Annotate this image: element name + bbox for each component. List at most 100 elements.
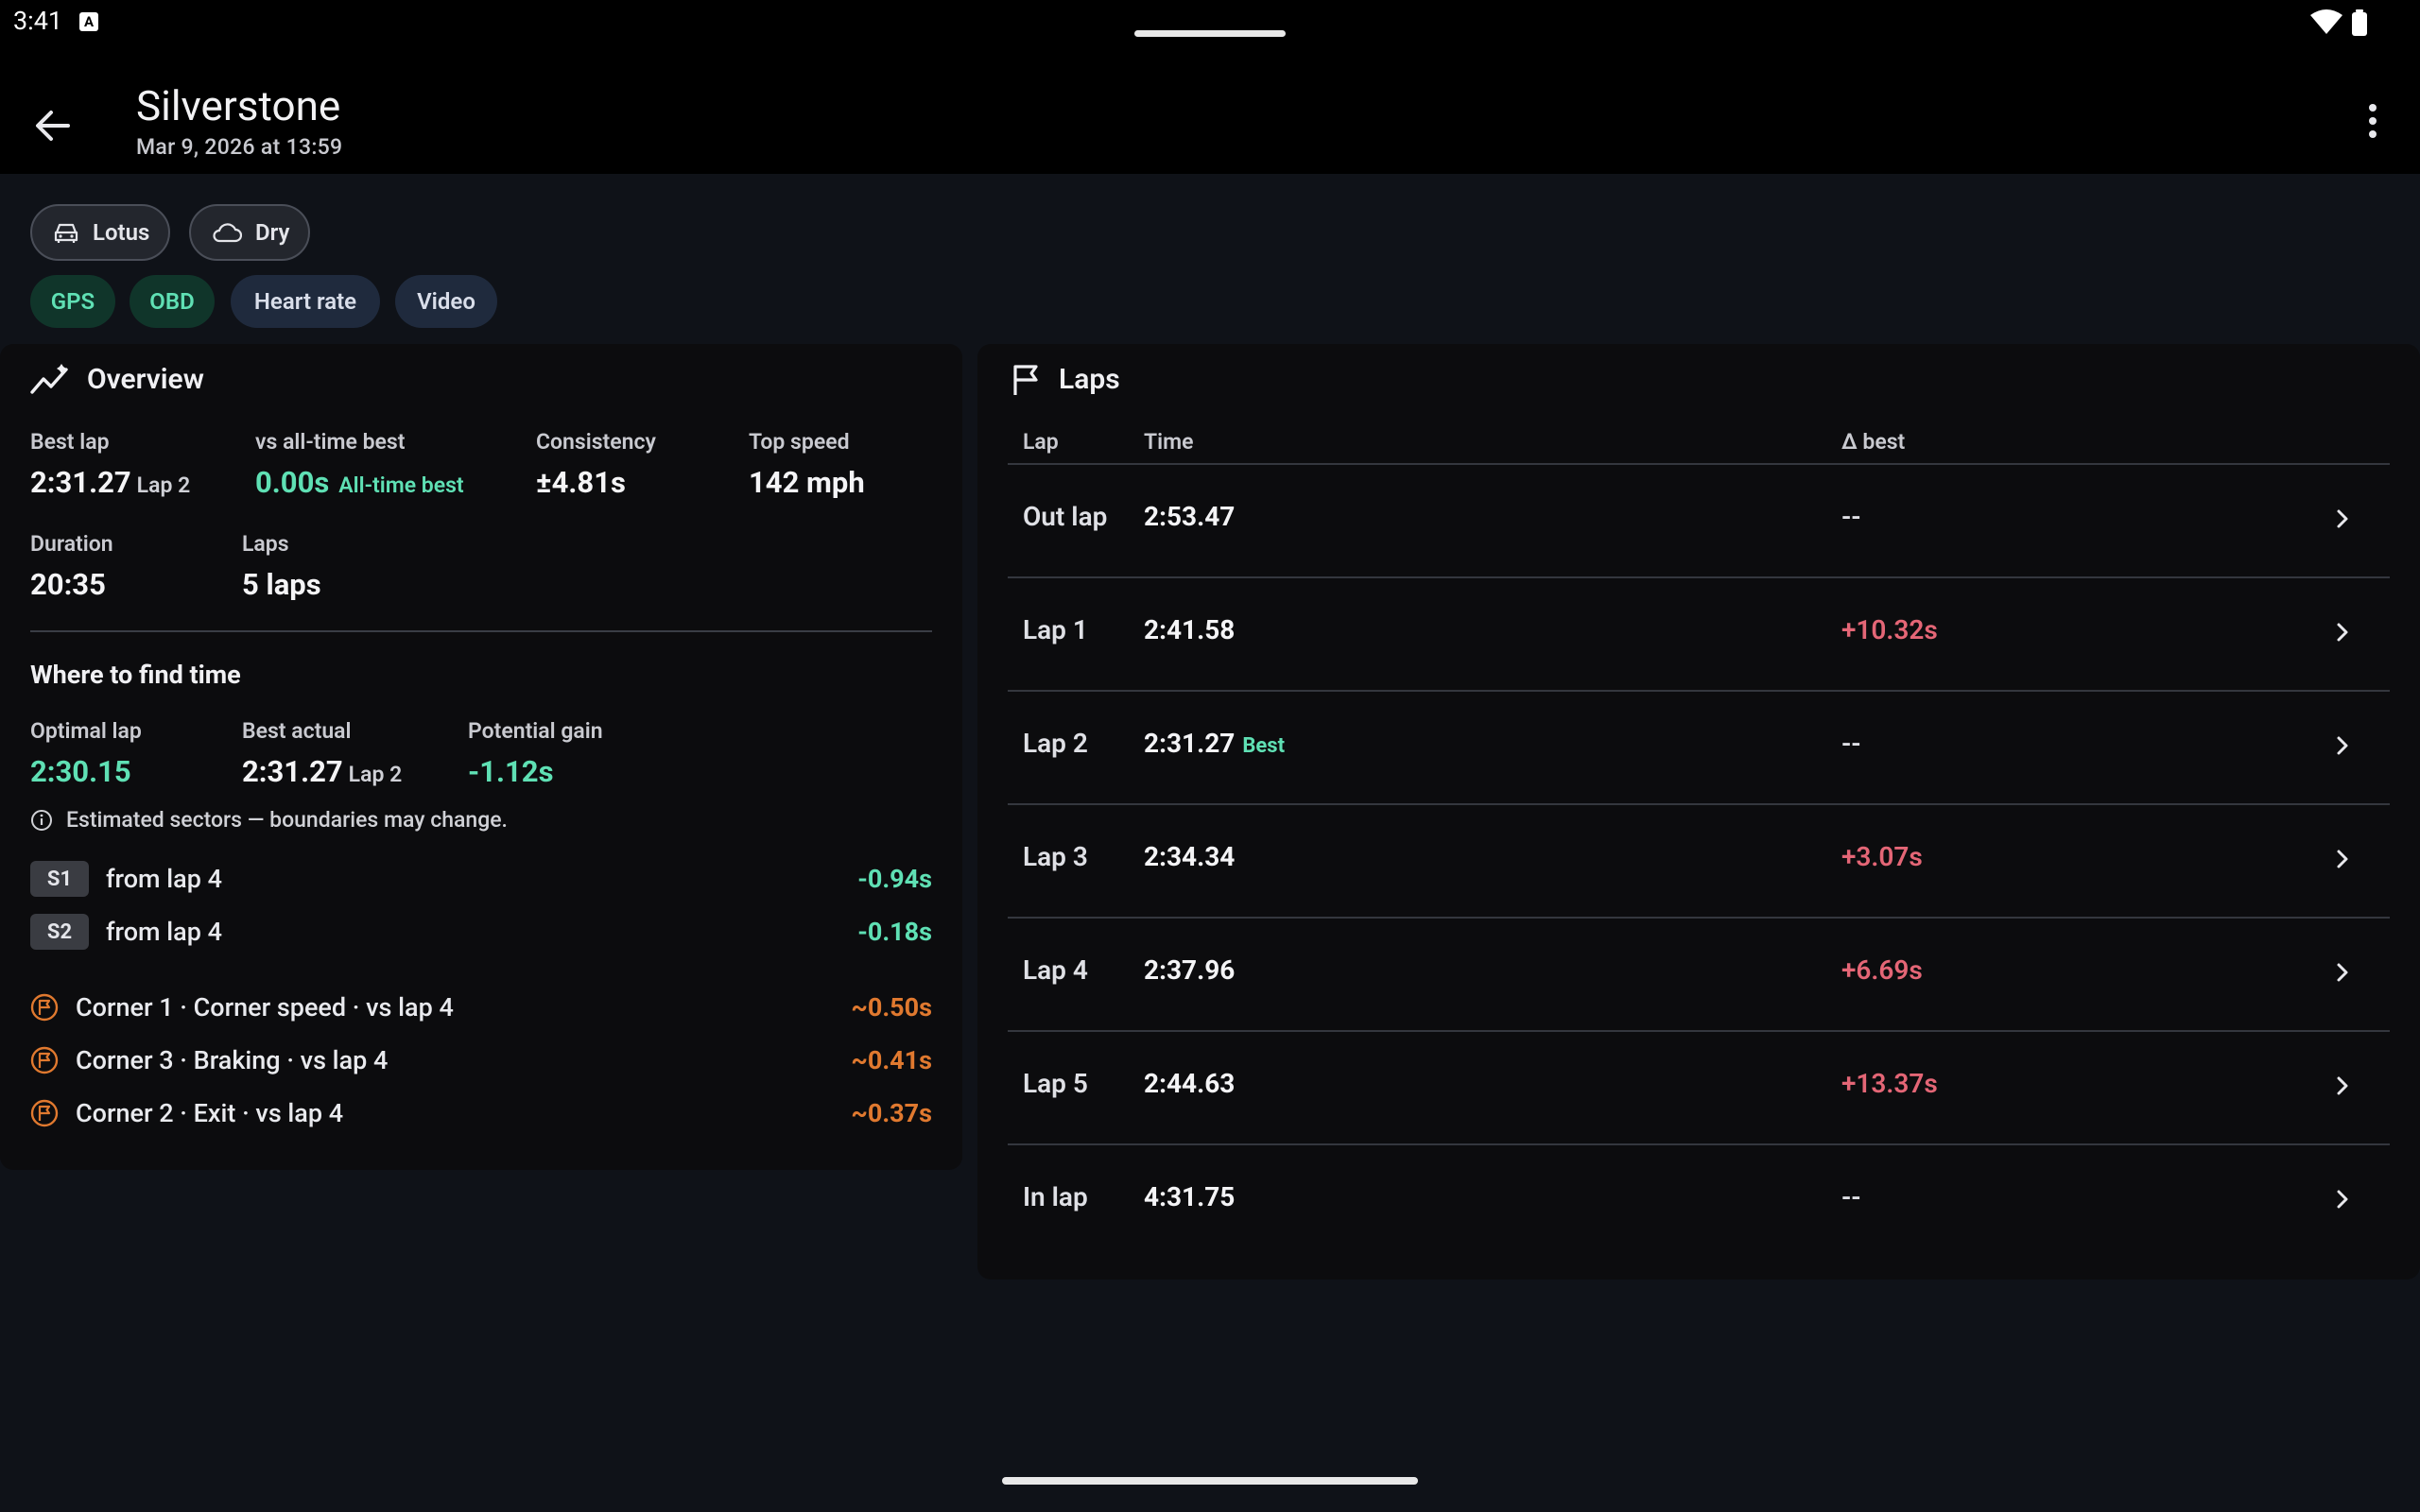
lap-time: 4:31.75: [1144, 1181, 1235, 1212]
lap-name: In lap: [1023, 1181, 1088, 1212]
laps-header: Laps: [1011, 363, 1120, 396]
page-title: Silverstone: [136, 81, 341, 130]
top-speed-label: Top speed: [749, 429, 850, 455]
chevron-right-icon: [2337, 1190, 2348, 1209]
session-date: Mar 9, 2026 at 13:59: [136, 134, 343, 160]
lap-delta: --: [1841, 728, 1861, 759]
laps-count-value: 5 laps: [242, 567, 321, 602]
optimal-lap-label: Optimal lap: [30, 718, 142, 744]
lap-row-out[interactable]: Out lap 2:53.47 --: [1008, 463, 2390, 576]
lap-row-5[interactable]: Lap 5 2:44.63 +13.37s: [1008, 1030, 2390, 1143]
col-delta-best: Δ best: [1841, 429, 1906, 455]
corner-flag-icon: [30, 1046, 59, 1074]
lap-row-2[interactable]: Lap 2 2:31.27 Best --: [1008, 690, 2390, 803]
corner-row: Corner 2 · Exit · vs lap 4 ~0.37s: [30, 1094, 932, 1132]
lap-name: Lap 4: [1023, 954, 1088, 986]
best-actual-label: Best actual: [242, 718, 352, 744]
overview-divider: [30, 630, 932, 632]
vs-alltime-label: vs all-time best: [255, 429, 406, 455]
corner-gain: ~0.37s: [851, 1098, 932, 1128]
corner-gain: ~0.50s: [851, 992, 932, 1022]
lap-delta: +3.07s: [1841, 841, 1923, 872]
potential-gain-value: -1.12s: [468, 754, 554, 789]
sector-row: S2 from lap 4 -0.18s: [30, 913, 932, 951]
notification-icon: A: [79, 12, 98, 31]
lap-time-value: 2:41.58: [1144, 614, 1236, 645]
weather-chip-label: Dry: [255, 219, 290, 246]
status-time: 3:41: [13, 6, 63, 36]
laps-count-label: Laps: [242, 531, 289, 557]
lap-delta: --: [1841, 501, 1861, 532]
corner-text: Corner 3 · Braking · vs lap 4: [76, 1045, 389, 1075]
corner-text: Corner 1 · Corner speed · vs lap 4: [76, 992, 454, 1022]
arrow-back-icon: [36, 111, 70, 141]
best-actual-value: 2:31.27 Lap 2: [242, 754, 402, 789]
chevron-right-icon: [2337, 1076, 2348, 1095]
wifi-icon: [2310, 9, 2342, 34]
chevron-right-icon: [2337, 850, 2348, 868]
battery-icon: [2352, 9, 2367, 36]
lap-row-3[interactable]: Lap 3 2:34.34 +3.07s: [1008, 803, 2390, 917]
lap-name: Lap 3: [1023, 841, 1088, 872]
lap-time: 2:44.63: [1144, 1068, 1235, 1099]
lap-time-value: 4:31.75: [1144, 1181, 1236, 1212]
lap-time-value: 2:44.63: [1144, 1068, 1236, 1099]
col-time: Time: [1144, 429, 1194, 455]
sector-row: S1 from lap 4 -0.94s: [30, 860, 932, 898]
car-chip-label: Lotus: [93, 219, 150, 246]
lap-time-value: 2:53.47: [1144, 501, 1236, 532]
best-lap-value: 2:31.27 Lap 2: [30, 465, 190, 500]
lap-row-1[interactable]: Lap 1 2:41.58 +10.32s: [1008, 576, 2390, 690]
vs-alltime-delta: 0.00s: [255, 465, 330, 500]
back-button[interactable]: [25, 97, 81, 154]
sector-source: from lap 4: [106, 864, 222, 894]
weather-chip[interactable]: Dry: [189, 204, 311, 261]
lap-name: Lap 1: [1023, 614, 1088, 645]
corner-flag-icon: [30, 993, 59, 1022]
lap-row-4[interactable]: Lap 4 2:37.96 +6.69s: [1008, 917, 2390, 1030]
lap-delta: +6.69s: [1841, 954, 1923, 986]
info-icon: [31, 809, 52, 831]
lap-time: 2:34.34: [1144, 841, 1235, 872]
flag-icon: [1013, 364, 1038, 395]
lap-time: 2:53.47: [1144, 501, 1235, 532]
gesture-handle[interactable]: [1002, 1477, 1418, 1485]
video-tag: Video: [395, 275, 497, 328]
lap-time-value: 2:34.34: [1144, 841, 1236, 872]
sector-gain: -0.94s: [857, 864, 932, 894]
lap-time: 2:37.96: [1144, 954, 1235, 986]
best-lap-lap: Lap 2: [136, 472, 191, 498]
sector-badge: S2: [30, 914, 89, 950]
lap-row-in[interactable]: In lap 4:31.75 --: [1008, 1143, 2390, 1257]
estimated-note-text: Estimated sectors — boundaries may chang…: [66, 807, 508, 833]
top-handle[interactable]: [1134, 30, 1286, 37]
lap-delta: +13.37s: [1841, 1068, 1938, 1099]
vs-alltime-value: 0.00s All-time best: [255, 465, 464, 500]
estimated-note: Estimated sectors — boundaries may chang…: [30, 807, 508, 833]
car-chip[interactable]: Lotus: [30, 204, 171, 261]
car-icon: [54, 223, 78, 243]
cloud-icon: [213, 223, 242, 243]
col-lap: Lap: [1023, 429, 1059, 455]
gps-tag: GPS: [30, 275, 115, 328]
duration-label: Duration: [30, 531, 113, 557]
corner-gain: ~0.41s: [851, 1045, 932, 1075]
lap-name: Lap 2: [1023, 728, 1088, 759]
alltime-best-badge: All-time best: [338, 472, 464, 498]
top-speed-value: 142 mph: [749, 465, 865, 500]
lap-time-value: 2:37.96: [1144, 954, 1236, 986]
chevron-right-icon: [2337, 736, 2348, 755]
consistency-value: ±4.81s: [536, 465, 626, 500]
lap-time: 2:41.58: [1144, 614, 1235, 645]
corner-row: Corner 3 · Braking · vs lap 4 ~0.41s: [30, 1041, 932, 1079]
chevron-right-icon: [2337, 623, 2348, 642]
chevron-right-icon: [2337, 963, 2348, 982]
corner-text: Corner 2 · Exit · vs lap 4: [76, 1098, 344, 1128]
app-bar: Silverstone Mar 9, 2026 at 13:59: [0, 45, 2420, 174]
best-lap-label: Best lap: [30, 429, 110, 455]
find-time-title: Where to find time: [30, 660, 241, 690]
more-menu-button[interactable]: [2361, 100, 2384, 157]
corner-flag-icon: [30, 1099, 59, 1127]
duration-value: 20:35: [30, 567, 106, 602]
lap-delta: --: [1841, 1181, 1861, 1212]
